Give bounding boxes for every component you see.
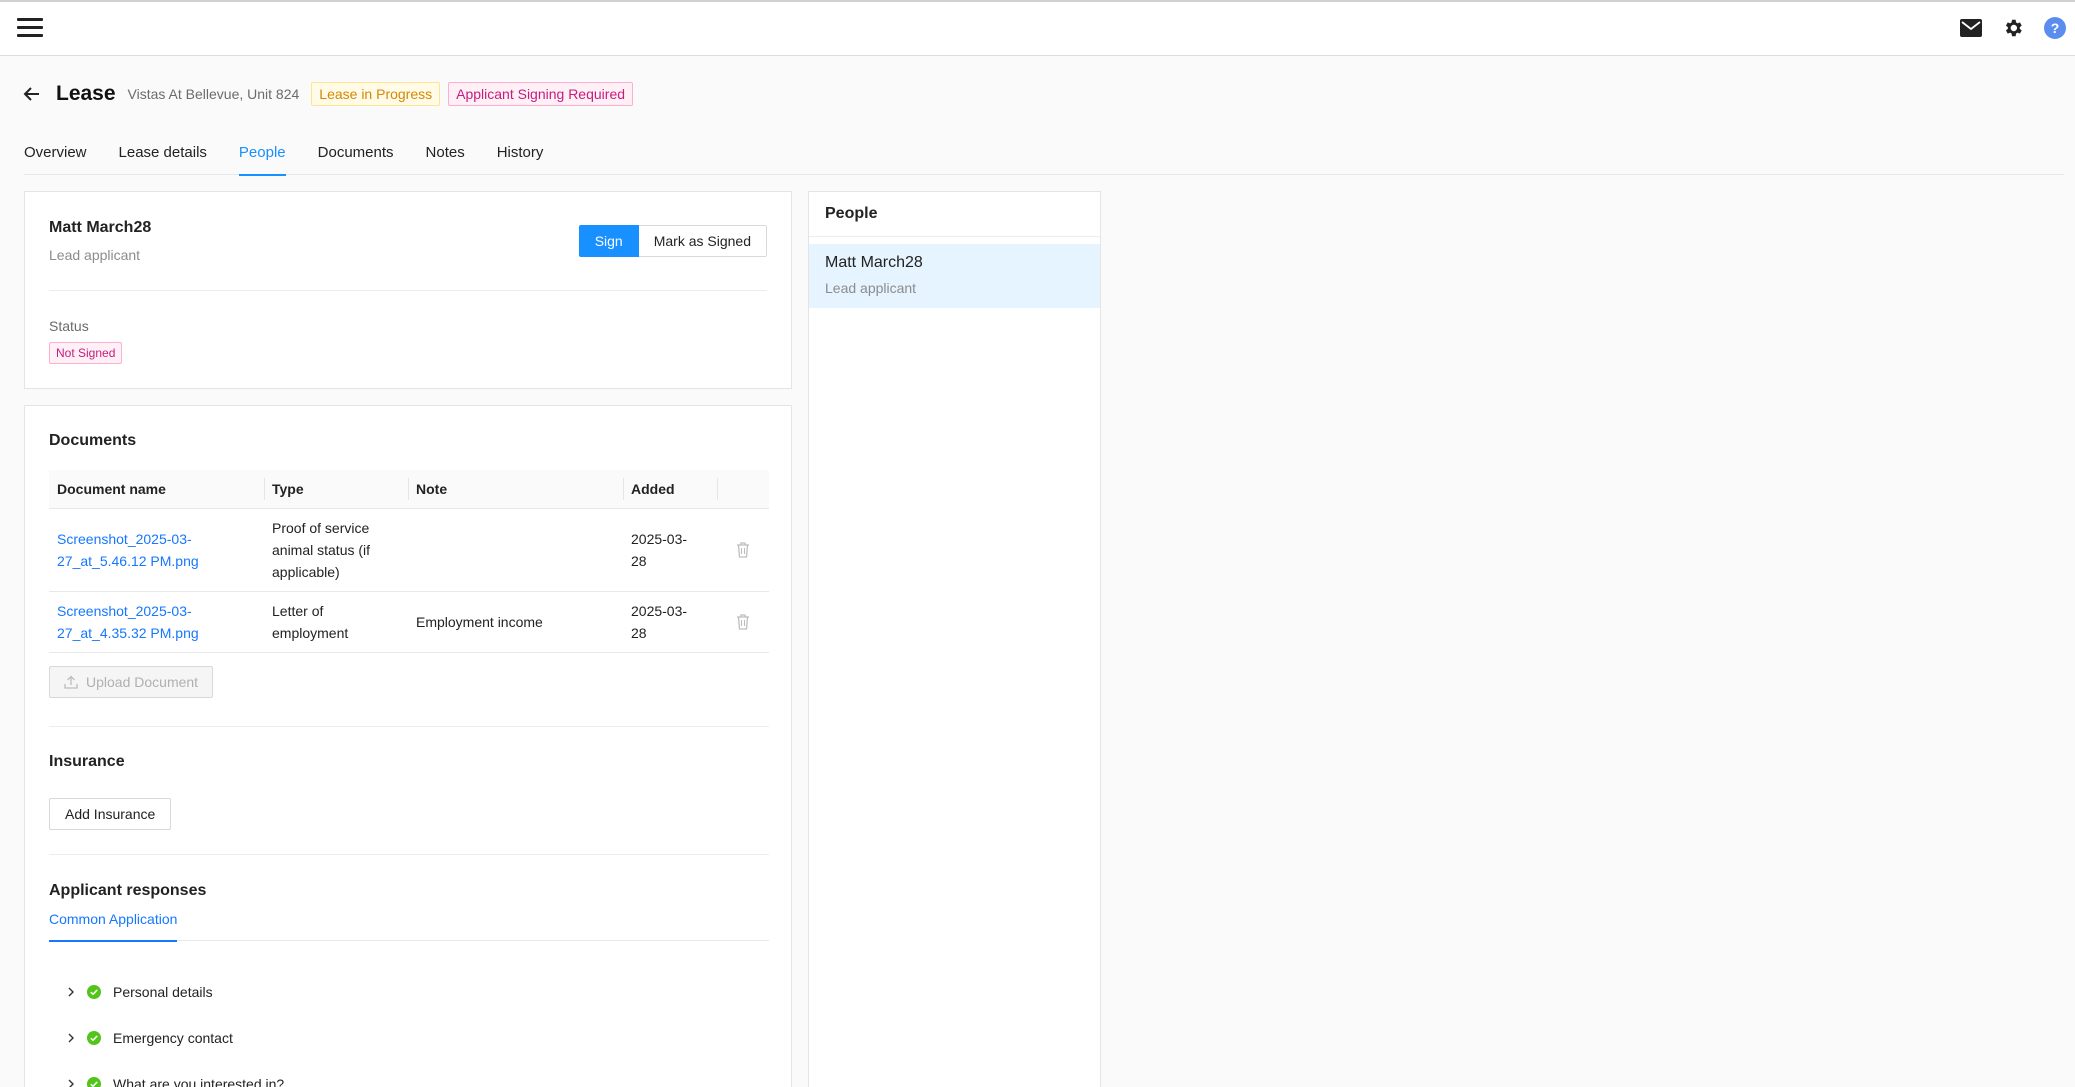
people-panel-title: People [825,205,878,222]
chevron-right-icon [68,987,74,997]
document-name-cell: Screenshot_2025-03- 27_at_4.35.32 PM.png [49,591,264,653]
column-header-document-name: Document name [49,470,264,509]
person-name: Matt March28 [825,254,923,271]
top-bar-actions: ? [1959,16,2067,40]
column-header-note: Note [408,470,623,509]
document-type: Proof of service animal status (if appli… [264,508,408,592]
tab-notes[interactable]: Notes [426,140,465,175]
applicant-role: Lead applicant [49,247,141,263]
application-tabs: Common Application [49,911,769,942]
accordion-label: Personal details [113,984,213,1000]
table-header-row: Document name Type Note Added [49,470,769,509]
signing-status-badge: Applicant Signing Required [448,82,634,106]
accordion-personal-details[interactable]: Personal details [65,981,213,1003]
check-circle-icon [87,985,101,999]
accordion-label: Emergency contact [113,1030,233,1046]
tab-common-application[interactable]: Common Application [49,911,178,942]
applicant-responses-heading: Applicant responses [49,882,207,899]
chevron-right-icon [68,1079,74,1087]
page-title: Lease [56,82,116,105]
mail-icon[interactable] [1959,16,1983,40]
accordion-emergency-contact[interactable]: Emergency contact [65,1027,233,1049]
document-added: 2025-03- 28 [623,591,717,653]
documents-heading: Documents [49,432,137,449]
tab-people[interactable]: People [238,140,286,176]
document-type: Letter of employment [264,591,408,653]
divider [49,854,769,855]
document-added: 2025-03- 28 [623,508,717,592]
table-row: Screenshot_2025-03- 27_at_5.46.12 PM.png … [49,508,769,592]
signing-actions: Sign Mark as Signed [578,225,767,257]
document-name-cell: Screenshot_2025-03- 27_at_5.46.12 PM.png [49,508,264,592]
person-role: Lead applicant [825,280,917,296]
tab-overview[interactable]: Overview [24,140,87,175]
check-circle-icon [87,1031,101,1045]
tab-documents[interactable]: Documents [318,140,394,175]
insurance-heading: Insurance [49,753,125,770]
gear-icon[interactable] [2001,16,2025,40]
lease-status-badge: Lease in Progress [311,82,441,106]
menu-icon[interactable] [17,18,43,38]
trash-icon[interactable] [736,541,750,558]
column-header-actions [717,470,769,509]
check-circle-icon [87,1077,101,1087]
status-badge: Not Signed [49,342,123,364]
applicant-name: Matt March28 [49,219,152,236]
add-insurance-button[interactable]: Add Insurance [49,798,172,830]
mark-as-signed-button[interactable]: Mark as Signed [638,225,767,257]
column-header-type: Type [264,470,408,509]
status-label: Status [49,318,89,334]
actions-cell [717,591,769,653]
actions-cell [717,508,769,592]
help-icon[interactable]: ? [2043,16,2067,40]
page-header: Lease Vistas At Bellevue, Unit 824 Lease… [22,80,641,108]
upload-document-label: Upload Document [86,674,199,690]
people-panel: People Matt March28 Lead applicant [808,191,1101,1087]
chevron-right-icon [68,1033,74,1043]
lease-tabs: Overview Lease details People Documents … [24,140,2064,176]
applicant-card: Matt March28 Lead applicant Sign Mark as… [24,191,792,389]
people-list-item[interactable]: Matt March28 Lead applicant [809,244,1100,308]
sign-button[interactable]: Sign [578,225,639,257]
upload-document-button[interactable]: Upload Document [49,666,214,698]
accordion-interested-in[interactable]: What are you interested in? [65,1073,284,1087]
top-bar: ? [0,0,2075,56]
property-unit: Vistas At Bellevue, Unit 824 [127,86,300,102]
tab-history[interactable]: History [497,140,544,175]
trash-icon[interactable] [736,613,750,630]
back-arrow-icon[interactable] [22,84,42,104]
column-header-added: Added [623,470,717,509]
table-row: Screenshot_2025-03- 27_at_4.35.32 PM.png … [49,591,769,653]
document-note [408,508,623,592]
applicant-details-card: Documents Document name Type Note Added … [24,405,792,1087]
divider [49,290,767,291]
document-link[interactable]: Screenshot_2025-03- 27_at_4.35.32 PM.png [57,603,199,641]
accordion-label: What are you interested in? [113,1076,285,1087]
svg-text:?: ? [2051,20,2060,36]
documents-table: Document name Type Note Added Screenshot… [49,470,769,653]
document-link[interactable]: Screenshot_2025-03- 27_at_5.46.12 PM.png [57,531,199,569]
divider [49,726,769,727]
document-note: Employment income [408,591,623,653]
divider [809,236,1100,237]
tab-lease-details[interactable]: Lease details [119,140,207,175]
upload-icon [64,675,78,689]
